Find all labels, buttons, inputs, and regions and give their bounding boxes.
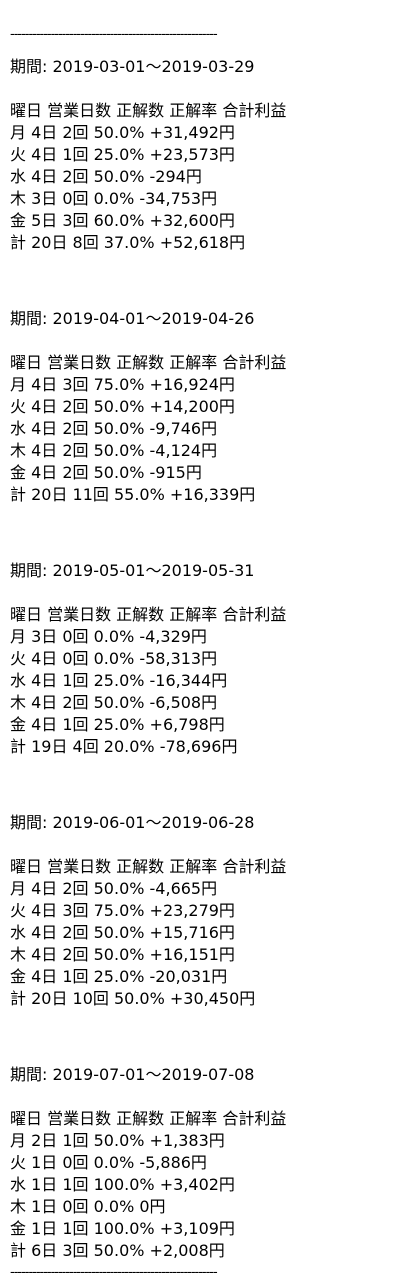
table-row-tue: 火 4日 3回 75.0% +23,279円 [10,901,235,920]
table-row-thu: 木 3日 0回 0.0% -34,753円 [10,189,218,208]
table-row-mon: 月 4日 2回 50.0% +31,492円 [10,123,235,142]
period-section: 期間: 2019-04-01〜2019-04-26 曜日 営業日数 正解数 正解… [10,308,390,506]
period-title: 期間: 2019-07-01〜2019-07-08 [10,1065,255,1084]
period-title: 期間: 2019-03-01〜2019-03-29 [10,57,255,76]
table-row-fri: 金 4日 2回 50.0% -915円 [10,463,202,482]
period-title: 期間: 2019-06-01〜2019-06-28 [10,813,255,832]
table-row-thu: 木 1日 0回 0.0% 0円 [10,1197,166,1216]
table-row-total: 計 20日 11回 55.0% +16,339円 [10,485,256,504]
table-row-tue: 火 4日 0回 0.0% -58,313円 [10,649,218,668]
table-header: 曜日 営業日数 正解数 正解率 合計利益 [10,605,287,624]
table-row-wed: 水 1日 1回 100.0% +3,402円 [10,1175,235,1194]
table-row-thu: 木 4日 2回 50.0% -6,508円 [10,693,218,712]
table-row-total: 計 6日 3回 50.0% +2,008円 [10,1241,225,1260]
report-page: ----------------------------------------… [10,0,390,1284]
table-row-mon: 月 4日 3回 75.0% +16,924円 [10,375,235,394]
table-row-thu: 木 4日 2回 50.0% +16,151円 [10,945,235,964]
period-section: 期間: 2019-07-01〜2019-07-08 曜日 営業日数 正解数 正解… [10,1064,390,1262]
table-header: 曜日 営業日数 正解数 正解率 合計利益 [10,353,287,372]
table-row-wed: 水 4日 1回 25.0% -16,344円 [10,671,228,690]
table-row-wed: 水 4日 2回 50.0% -9,746円 [10,419,218,438]
table-row-tue: 火 4日 2回 50.0% +14,200円 [10,397,235,416]
table-row-tue: 火 4日 1回 25.0% +23,573円 [10,145,235,164]
table-row-wed: 水 4日 2回 50.0% +15,716円 [10,923,235,942]
table-row-total: 計 20日 8回 37.0% +52,618円 [10,233,246,252]
period-title: 期間: 2019-05-01〜2019-05-31 [10,561,255,580]
table-row-mon: 月 2日 1回 50.0% +1,383円 [10,1131,225,1150]
table-row-mon: 月 4日 2回 50.0% -4,665円 [10,879,218,898]
table-row-fri: 金 4日 1回 25.0% +6,798円 [10,715,225,734]
period-section: 期間: 2019-05-01〜2019-05-31 曜日 営業日数 正解数 正解… [10,560,390,758]
table-row-total: 計 20日 10回 50.0% +30,450円 [10,989,256,1008]
table-header: 曜日 営業日数 正解数 正解率 合計利益 [10,1109,287,1128]
period-title: 期間: 2019-04-01〜2019-04-26 [10,309,255,328]
table-row-mon: 月 3日 0回 0.0% -4,329円 [10,627,207,646]
table-row-fri: 金 1日 1回 100.0% +3,109円 [10,1219,235,1238]
table-row-wed: 水 4日 2回 50.0% -294円 [10,167,202,186]
table-header: 曜日 営業日数 正解数 正解率 合計利益 [10,101,287,120]
period-section: 期間: 2019-06-01〜2019-06-28 曜日 営業日数 正解数 正解… [10,812,390,1010]
table-row-fri: 金 4日 1回 25.0% -20,031円 [10,967,228,986]
table-row-thu: 木 4日 2回 50.0% -4,124円 [10,441,218,460]
table-row-total: 計 19日 4回 20.0% -78,696円 [10,737,238,756]
bottom-divider: ----------------------------------------… [10,1265,218,1280]
table-row-fri: 金 5日 3回 60.0% +32,600円 [10,211,235,230]
table-header: 曜日 営業日数 正解数 正解率 合計利益 [10,857,287,876]
top-divider: ----------------------------------------… [10,27,218,42]
table-row-tue: 火 1日 0回 0.0% -5,886円 [10,1153,207,1172]
period-section: 期間: 2019-03-01〜2019-03-29 曜日 営業日数 正解数 正解… [10,56,390,254]
